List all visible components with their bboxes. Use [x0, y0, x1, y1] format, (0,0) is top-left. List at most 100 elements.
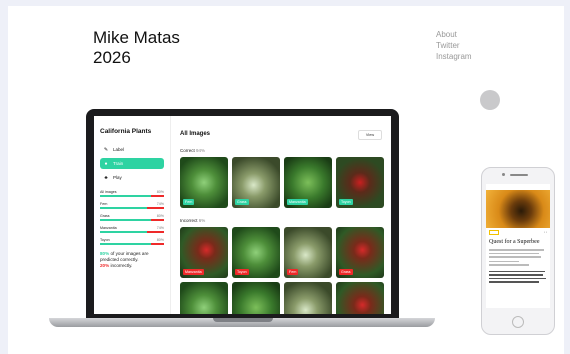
- laptop-screen: California Plants ✎ Label ● Train ♣ Play…: [94, 116, 391, 314]
- natgeo-logo-icon: [489, 230, 499, 235]
- image-tag: Toyon: [235, 269, 249, 275]
- summary-correct-pct: 80%: [100, 251, 110, 256]
- stat-all-images: All images 80%: [100, 190, 164, 197]
- view-button[interactable]: View: [358, 130, 382, 140]
- sidebar-item-play[interactable]: ♣ Play: [100, 172, 164, 183]
- image-tag: Fern: [287, 269, 299, 275]
- correct-label: Correct 94%: [180, 148, 205, 153]
- summary-text-2: incorrectly.: [109, 263, 133, 268]
- phone-screen: ▪ ▪ Quest for a Superbee: [486, 184, 550, 308]
- home-button[interactable]: [512, 316, 524, 328]
- image-thumb[interactable]: [336, 282, 384, 314]
- summary-incorrect-pct: 20%: [100, 263, 110, 268]
- image-thumb[interactable]: Manzanita: [284, 157, 332, 208]
- article-title: Quest for a Superbee: [489, 239, 540, 245]
- text-line: [489, 270, 545, 272]
- stat-pct: 74%: [156, 226, 164, 230]
- stat-label: Grass: [100, 214, 110, 218]
- stat-bar: [100, 207, 164, 209]
- stat-label: Manzanita: [100, 226, 117, 230]
- nav-instagram[interactable]: Instagram: [436, 51, 472, 62]
- site-name[interactable]: Mike Matas: [93, 28, 180, 48]
- stat-toyon: Toyon 80%: [100, 238, 164, 245]
- image-thumb[interactable]: Fern: [284, 227, 332, 278]
- main-title: All Images: [180, 131, 211, 137]
- text-line: [489, 274, 543, 276]
- correct-grid: Fern Grass Manzanita Toyon: [180, 157, 384, 208]
- speaker-icon: [510, 174, 528, 176]
- text-line: [489, 264, 529, 266]
- correct-label-text: Correct: [180, 148, 195, 153]
- camera-icon: [502, 173, 505, 176]
- text-line: [489, 281, 539, 283]
- text-line: [489, 249, 544, 251]
- image-thumb[interactable]: Grass: [232, 157, 280, 208]
- laptop-mockup: California Plants ✎ Label ● Train ♣ Play…: [86, 109, 399, 319]
- stat-pct: 80%: [156, 214, 164, 218]
- main-panel: All Images View Correct 94% Fern Grass M…: [178, 116, 388, 314]
- image-thumb[interactable]: [180, 282, 228, 314]
- more-grid: [180, 282, 384, 314]
- stat-pct: 80%: [156, 238, 164, 242]
- text-line: [489, 256, 541, 258]
- stats-list: All images 80% Fern 74% Grass 80% Manzanita…: [100, 190, 164, 245]
- sidebar-item-text: Train: [113, 161, 124, 166]
- incorrect-grid: Manzanita Toyon Fern Grass: [180, 227, 384, 278]
- site-title[interactable]: Mike Matas 2026: [93, 28, 180, 68]
- text-line: [489, 260, 519, 262]
- text-line: [489, 252, 539, 254]
- laptop-notch: [213, 318, 273, 322]
- stat-bar-fill: [100, 219, 152, 221]
- sidebar-item-text: Label: [113, 147, 125, 152]
- image-tag: Manzanita: [183, 269, 204, 275]
- stat-bar: [100, 243, 164, 245]
- sidebar: California Plants ✎ Label ● Train ♣ Play…: [94, 116, 171, 314]
- text-line: [489, 277, 546, 279]
- incorrect-count: 6%: [198, 218, 206, 223]
- image-thumb[interactable]: [232, 282, 280, 314]
- stat-pct: 80%: [156, 190, 164, 194]
- image-tag: Fern: [183, 199, 195, 205]
- stat-pct: 74%: [156, 202, 164, 206]
- stat-bar-fill: [100, 195, 152, 197]
- app-title: California Plants: [100, 128, 152, 135]
- bee-image: [486, 190, 550, 228]
- nav-about[interactable]: About: [436, 29, 472, 40]
- image-thumb[interactable]: Grass: [336, 227, 384, 278]
- stat-bar: [100, 219, 164, 221]
- image-tag: Manzanita: [287, 199, 308, 205]
- stat-bar-fill: [100, 207, 148, 209]
- stat-label: Toyon: [100, 238, 110, 242]
- stat-bar-fill: [100, 243, 152, 245]
- share-icon[interactable]: ▪ ▪: [544, 230, 547, 235]
- circle-indicator[interactable]: [480, 90, 500, 110]
- correct-count: 94%: [196, 148, 206, 153]
- stat-bar: [100, 231, 164, 233]
- site-year: 2026: [93, 48, 131, 67]
- stat-label: All images: [100, 190, 117, 194]
- image-thumb[interactable]: Fern: [180, 157, 228, 208]
- image-thumb[interactable]: Toyon: [232, 227, 280, 278]
- sidebar-item-label[interactable]: ✎ Label: [100, 144, 164, 155]
- image-thumb[interactable]: [284, 282, 332, 314]
- train-icon: ●: [104, 160, 108, 167]
- incorrect-label-text: Incorrect: [180, 218, 198, 223]
- phone-mockup: ▪ ▪ Quest for a Superbee: [481, 167, 555, 335]
- stat-manzanita: Manzanita 74%: [100, 226, 164, 233]
- image-thumb[interactable]: Toyon: [336, 157, 384, 208]
- image-tag: Grass: [339, 269, 353, 275]
- play-icon: ♣: [104, 174, 108, 181]
- nav-twitter[interactable]: Twitter: [436, 40, 472, 51]
- summary-text: 80% of your images are predicted correct…: [100, 251, 164, 269]
- stat-label: Fern: [100, 202, 108, 206]
- image-thumb[interactable]: Manzanita: [180, 227, 228, 278]
- stat-grass: Grass 80%: [100, 214, 164, 221]
- sidebar-item-text: Play: [113, 175, 122, 180]
- nav: About Twitter Instagram: [436, 29, 472, 62]
- image-tag: Toyon: [339, 199, 353, 205]
- image-tag: Grass: [235, 199, 249, 205]
- stat-bar: [100, 195, 164, 197]
- phone-meta: ▪ ▪: [486, 228, 550, 235]
- incorrect-label: Incorrect 6%: [180, 218, 205, 223]
- sidebar-item-train[interactable]: ● Train: [100, 158, 164, 169]
